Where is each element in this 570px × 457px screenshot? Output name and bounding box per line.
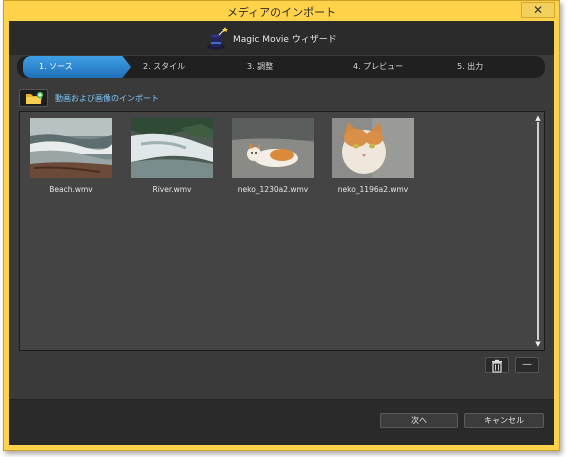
step-adjust[interactable]: 3. 調整 [247, 61, 273, 72]
magic-hat-icon [207, 27, 228, 50]
step-style[interactable]: 2. スタイル [143, 61, 185, 72]
minus-icon: — [522, 359, 532, 370]
media-item-river[interactable]: River.wmv [131, 118, 213, 194]
scroll-up-arrow-icon[interactable]: ▲ [534, 114, 542, 122]
close-icon: ✕ [532, 3, 544, 17]
title-bar: メディアのインポート ✕ [4, 1, 559, 21]
media-name: neko_1230a2.wmv [237, 185, 309, 194]
cat-face-thumbnail [332, 118, 414, 178]
wizard-header: Magic Movie ウィザード [9, 21, 554, 55]
media-item-beach[interactable]: Beach.wmv [30, 118, 114, 194]
folder-add-icon [26, 91, 44, 104]
river-video-thumbnail [131, 118, 213, 178]
app-title: Magic Movie ウィザード [233, 35, 337, 45]
media-name: Beach.wmv [49, 185, 93, 194]
import-media-button[interactable] [19, 89, 48, 107]
media-list-panel: Beach.wmv River.wmv neko_1230a2.wmv neko… [19, 111, 545, 351]
media-item-neko-1230a2[interactable]: neko_1230a2.wmv [232, 118, 314, 194]
remove-media-button[interactable]: — [515, 357, 539, 373]
scrollbar-track[interactable] [537, 122, 539, 340]
media-list-scrollbar[interactable]: ▲ ▼ [534, 114, 542, 348]
step-source[interactable]: 1. ソース [39, 61, 73, 72]
trash-icon [492, 359, 502, 373]
import-media-window: メディアのインポート ✕ Magic Movie ウィザード 1. ソース 2.… [3, 0, 560, 451]
cancel-button[interactable]: キャンセル [464, 413, 544, 428]
wizard-steps: 1. ソース 2. スタイル 3. 調整 4. プレビュー 5. 出力 [17, 56, 545, 78]
media-item-neko-1196a2[interactable]: neko_1196a2.wmv [332, 118, 414, 194]
step-output[interactable]: 5. 出力 [457, 61, 483, 72]
wizard-client-area: Magic Movie ウィザード 1. ソース 2. スタイル 3. 調整 4… [9, 21, 554, 445]
delete-media-button[interactable] [485, 357, 509, 373]
media-name: neko_1196a2.wmv [337, 185, 409, 194]
window-title: メディアのインポート [226, 6, 337, 19]
next-button[interactable]: 次へ [380, 413, 458, 428]
close-button[interactable]: ✕ [521, 2, 555, 18]
scroll-down-arrow-icon[interactable]: ▼ [534, 340, 542, 348]
step-preview[interactable]: 4. プレビュー [353, 61, 403, 72]
import-media-link[interactable]: 動画および画像のインポート [55, 93, 159, 104]
media-name: River.wmv [152, 185, 192, 194]
cat-lying-thumbnail [232, 118, 314, 178]
beach-video-thumbnail [30, 118, 114, 178]
